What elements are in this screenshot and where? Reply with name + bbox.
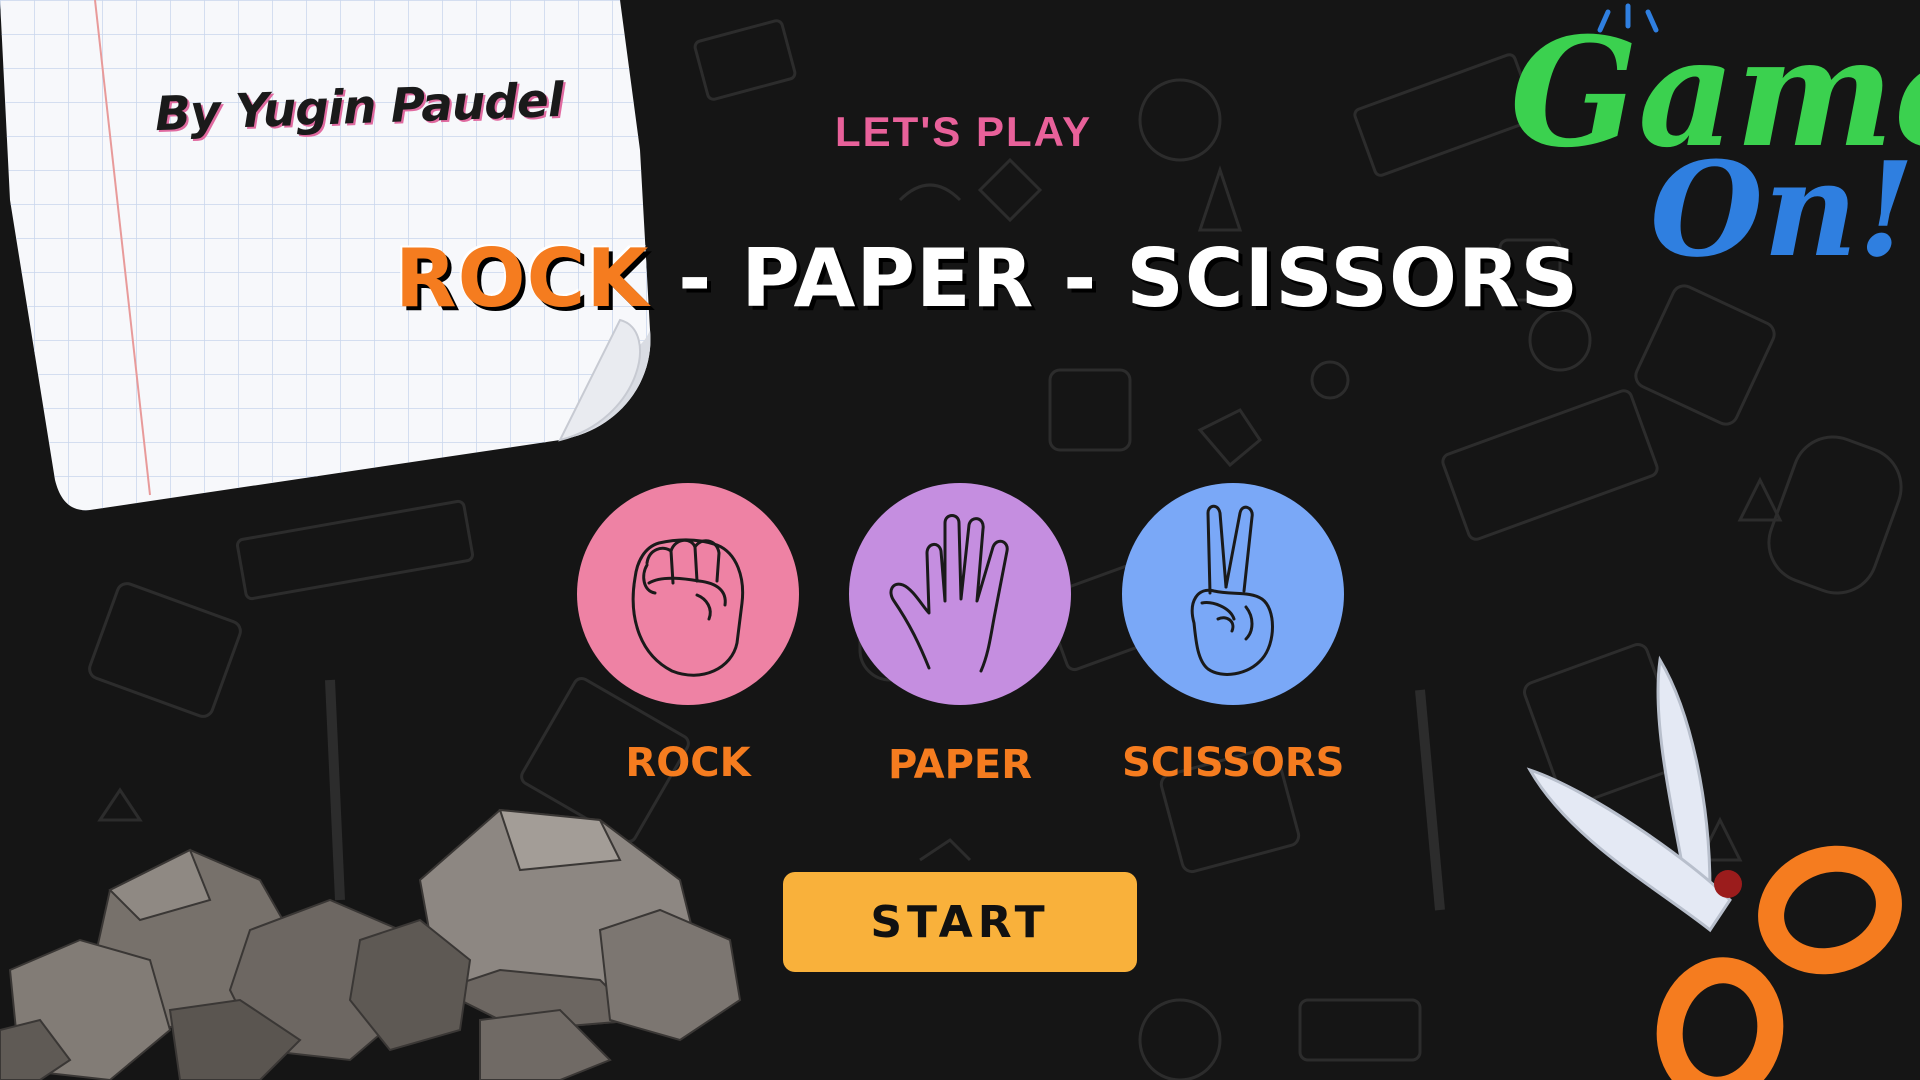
scissors-illustration <box>1526 655 1902 1080</box>
scissors-choice-button[interactable] <box>1122 483 1344 705</box>
start-button[interactable]: START <box>783 872 1137 972</box>
paper-choice-button[interactable] <box>849 483 1071 705</box>
game-title: ROCK - PAPER - SCISSORS <box>395 232 1579 325</box>
peace-hand-icon <box>1122 483 1344 705</box>
paper-choice-label[interactable]: PAPER <box>849 742 1071 788</box>
fist-icon <box>577 483 799 705</box>
scissors-choice-label[interactable]: SCISSORS <box>1122 740 1344 786</box>
open-hand-icon <box>849 483 1071 705</box>
game-on-badge: Game On! <box>1510 3 1920 286</box>
rock-choice-label[interactable]: ROCK <box>577 740 799 786</box>
game-start-screen: By Yugin Paudel LET'S PLAY ROCK - PAPER … <box>0 0 1920 1080</box>
game-on-line2: On! <box>1650 133 1915 286</box>
rocks-illustration <box>0 808 742 1080</box>
title-rest: - PAPER - SCISSORS <box>649 232 1580 325</box>
rock-choice-button[interactable] <box>577 483 799 705</box>
title-rock-word: ROCK <box>395 232 650 325</box>
lets-play-subtitle: LET'S PLAY <box>835 108 1093 155</box>
